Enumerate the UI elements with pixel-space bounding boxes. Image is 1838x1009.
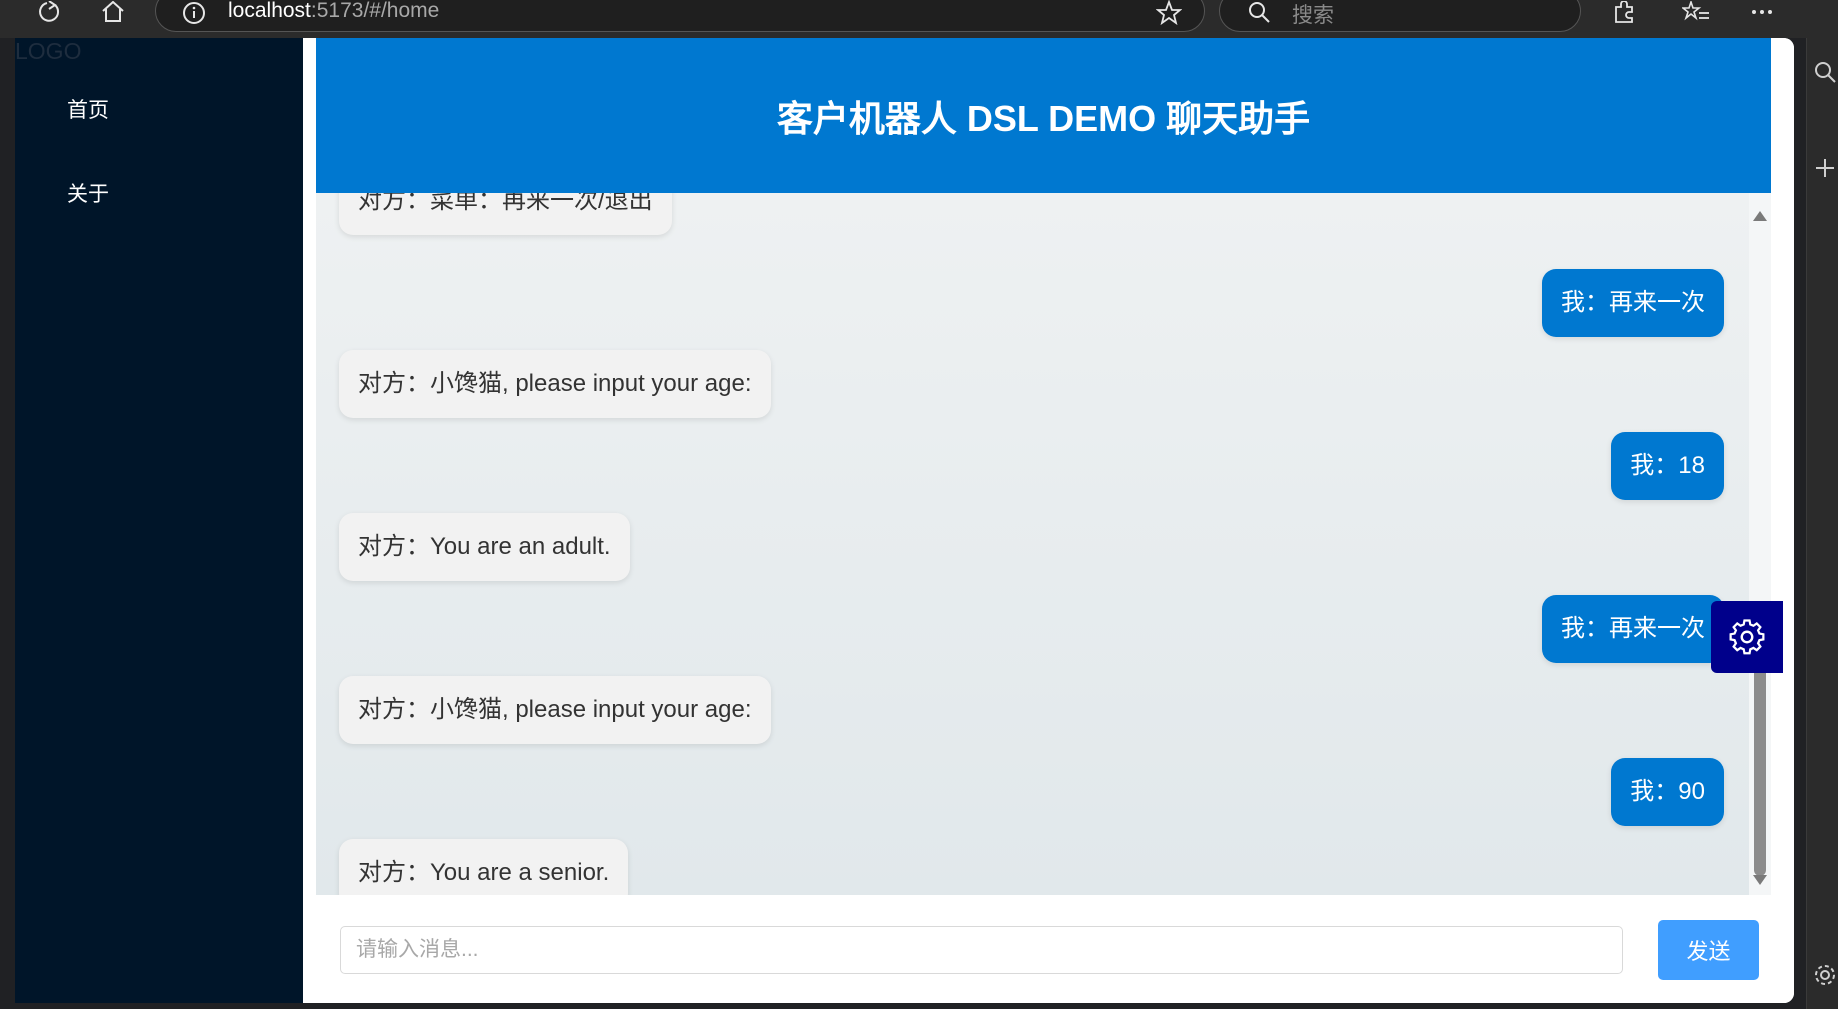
sidebar-item-about[interactable]: 关于 — [67, 178, 109, 208]
settings-button[interactable] — [1711, 601, 1783, 673]
scroll-down-arrow-icon[interactable] — [1753, 875, 1767, 885]
search-placeholder: 搜索 — [1292, 4, 1334, 27]
chat-header: 客户机器人 DSL DEMO 聊天助手 — [316, 38, 1771, 193]
refresh-icon[interactable] — [27, 0, 67, 24]
more-icon[interactable] — [1742, 0, 1782, 24]
app-window: LOGO 首页 关于 客户机器人 DSL DEMO 聊天助手 对方：菜单：再来一… — [15, 38, 1794, 1003]
sidebar: LOGO 首页 关于 — [15, 38, 303, 1003]
message-bubble-me: 我：再来一次 — [1542, 269, 1724, 337]
scroll-thumb[interactable] — [1754, 648, 1766, 876]
browser-side-panel — [1806, 38, 1838, 1009]
search-icon — [1249, 2, 1270, 23]
send-button[interactable]: 发送 — [1658, 920, 1759, 980]
favorites-icon[interactable] — [1676, 0, 1716, 24]
chat-panel: 客户机器人 DSL DEMO 聊天助手 对方：菜单：再来一次/退出 我：再来一次… — [303, 38, 1794, 1003]
extensions-icon[interactable] — [1604, 0, 1644, 24]
url-path: :5173/#/home — [310, 0, 440, 22]
message-bubble-other: 对方：小馋猫, please input your age: — [339, 676, 771, 744]
url-host: localhost — [228, 0, 311, 22]
browser-search-bar[interactable]: 搜索 — [1219, 0, 1581, 32]
message-bubble-me: 我：再来一次 — [1542, 595, 1724, 663]
message-input[interactable] — [340, 926, 1623, 974]
message-bubble-me: 我：18 — [1611, 432, 1724, 500]
message-list[interactable]: 对方：菜单：再来一次/退出 我：再来一次 对方：小馋猫, please inpu… — [316, 193, 1771, 895]
message-bubble-me: 我：90 — [1611, 758, 1724, 826]
star-icon[interactable] — [1156, 0, 1182, 26]
input-area: 发送 — [316, 895, 1771, 1003]
scroll-up-arrow-icon[interactable] — [1753, 211, 1767, 221]
logo: LOGO — [15, 38, 82, 64]
message-bubble-other: 对方：菜单：再来一次/退出 — [339, 193, 672, 235]
search-icon[interactable] — [1813, 60, 1837, 84]
add-icon[interactable] — [1813, 156, 1837, 180]
gear-icon[interactable] — [1813, 963, 1837, 987]
gear-icon — [1729, 619, 1765, 655]
home-icon[interactable] — [93, 0, 133, 24]
info-icon[interactable] — [182, 1, 206, 25]
message-bubble-other: 对方：You are a senior. — [339, 839, 629, 895]
message-scrollbar[interactable] — [1749, 193, 1771, 895]
address-bar[interactable]: localhost:5173/#/home — [155, 0, 1205, 32]
message-bubble-other: 对方：You are an adult. — [339, 513, 630, 581]
sidebar-item-home[interactable]: 首页 — [67, 94, 109, 124]
message-bubble-other: 对方：小馋猫, please input your age: — [339, 350, 771, 418]
url-text: localhost:5173/#/home — [228, 0, 439, 23]
chat-title: 客户机器人 DSL DEMO 聊天助手 — [776, 97, 1311, 139]
browser-toolbar: localhost:5173/#/home 搜索 — [0, 0, 1838, 38]
